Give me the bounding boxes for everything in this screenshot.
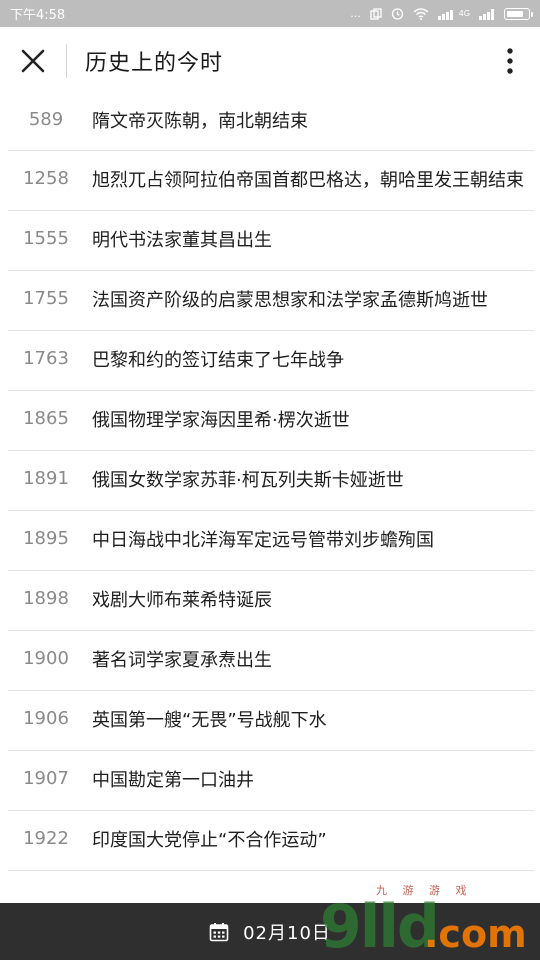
alarm-icon: [391, 7, 404, 20]
event-year: 1898: [23, 588, 69, 609]
more-options-button[interactable]: [480, 27, 540, 95]
event-row[interactable]: 1891 俄国女数学家苏菲·柯瓦列夫斯卡娅逝世: [8, 451, 534, 511]
header-divider: [66, 44, 67, 78]
battery-icon: [504, 7, 533, 20]
event-text: 俄国女数学家苏菲·柯瓦列夫斯卡娅逝世: [92, 470, 404, 491]
event-year: 1922: [23, 828, 69, 849]
event-text: 法国资产阶级的启蒙思想家和法学家孟德斯鸠逝世: [92, 290, 488, 311]
status-time: 下午4:58: [10, 8, 66, 23]
app-header: 历史上的今时: [0, 27, 540, 95]
status-bar: 下午4:58 ... 4G: [0, 0, 540, 27]
event-row[interactable]: 1763 巴黎和约的签订结束了七年战争: [8, 331, 534, 391]
event-year: 1763: [23, 348, 69, 369]
signal-icon: [479, 8, 495, 20]
event-row[interactable]: 589 隋文帝灭陈朝，南北朝结束: [8, 95, 534, 151]
wifi-icon: [413, 7, 429, 20]
event-year: 1755: [23, 288, 69, 309]
more-vertical-icon: [507, 48, 513, 74]
close-button[interactable]: [0, 27, 66, 95]
event-text: 中日海战中北洋海军定远号管带刘步蟾殉国: [92, 530, 434, 551]
page-title: 历史上的今时: [85, 51, 224, 76]
signal-4g-icon: 4G: [437, 8, 470, 20]
event-list[interactable]: 589 隋文帝灭陈朝，南北朝结束 1258 旭烈兀占领阿拉伯帝国首都巴格达，朝哈里发王…: [0, 95, 540, 903]
signal-label: 4G: [458, 9, 470, 18]
battery-fill: [507, 10, 523, 17]
event-text: 戏剧大师布莱希特诞辰: [92, 590, 272, 611]
event-year: 1555: [23, 228, 69, 249]
event-row[interactable]: 1907 中国勘定第一口油井: [8, 751, 534, 811]
event-text: 印度国大党停止“不合作运动”: [92, 830, 327, 851]
event-row[interactable]: 1906 英国第一艘“无畏”号战舰下水: [8, 691, 534, 751]
event-text: 英国第一艘“无畏”号战舰下水: [92, 710, 327, 731]
current-date: 02月10日: [243, 922, 331, 944]
event-year: 1900: [23, 648, 69, 669]
event-text: 著名词学家夏承焘出生: [92, 650, 272, 671]
event-row[interactable]: 1865 俄国物理学家海因里希·楞次逝世: [8, 391, 534, 451]
date-bar[interactable]: 02月10日: [0, 903, 540, 960]
event-row[interactable]: 1755 法国资产阶级的启蒙思想家和法学家孟德斯鸠逝世: [8, 271, 534, 331]
event-text: 隋文帝灭陈朝，南北朝结束: [92, 111, 308, 132]
event-year: 1895: [23, 528, 69, 549]
event-year: 1906: [23, 708, 69, 729]
close-icon: [21, 49, 45, 73]
event-text: 旭烈兀占领阿拉伯帝国首都巴格达，朝哈里发王朝结束: [92, 170, 524, 191]
event-row[interactable]: 1555 明代书法家董其昌出生: [8, 211, 534, 271]
event-year: 1891: [23, 468, 69, 489]
dots-icon: ...: [350, 7, 361, 20]
event-row[interactable]: 1922 印度国大党停止“不合作运动”: [8, 811, 534, 871]
event-row[interactable]: 1258 旭烈兀占领阿拉伯帝国首都巴格达，朝哈里发王朝结束: [8, 151, 534, 211]
event-row[interactable]: 1900 著名词学家夏承焘出生: [8, 631, 534, 691]
event-text: 巴黎和约的签订结束了七年战争: [92, 350, 344, 371]
event-row[interactable]: 1898 戏剧大师布莱希特诞辰: [8, 571, 534, 631]
event-text: 明代书法家董其昌出生: [92, 230, 272, 251]
event-year: 1258: [23, 168, 69, 189]
event-row[interactable]: 1895 中日海战中北洋海军定远号管带刘步蟾殉国: [8, 511, 534, 571]
status-icons: ... 4G: [350, 7, 533, 20]
event-year: 1907: [23, 768, 69, 789]
calendar-icon: [209, 922, 229, 941]
event-text: 俄国物理学家海因里希·楞次逝世: [92, 410, 350, 431]
event-text: 中国勘定第一口油井: [92, 770, 254, 791]
event-year: 589: [28, 109, 64, 130]
copy-icon: [370, 7, 382, 20]
event-year: 1865: [23, 408, 69, 429]
